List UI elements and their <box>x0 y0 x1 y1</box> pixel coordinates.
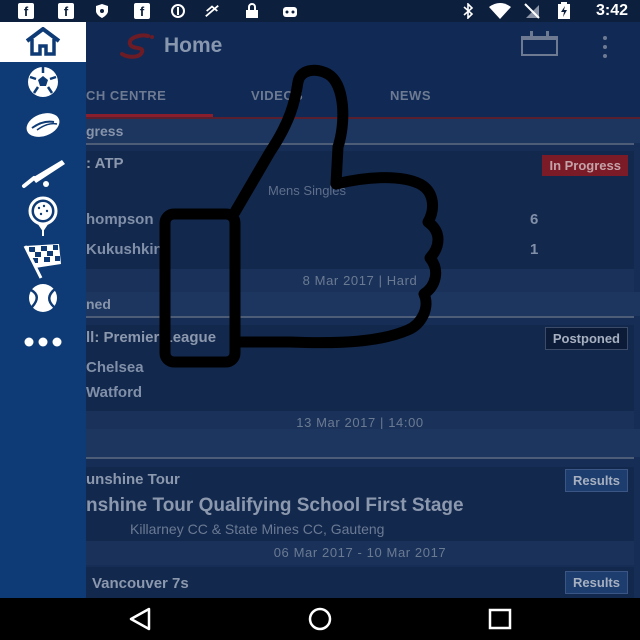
status-bar: f f f 3:42 <box>0 0 640 22</box>
section-divider <box>86 457 634 459</box>
player-name: hompson <box>86 211 154 228</box>
status-badge: Results <box>565 469 628 492</box>
back-icon[interactable] <box>126 606 154 632</box>
system-nav-bar <box>0 598 640 640</box>
event-title: Vancouver 7s <box>92 575 189 592</box>
recents-icon[interactable] <box>486 606 514 632</box>
status-badge: Postponed <box>544 327 628 350</box>
status-badge: In Progress <box>542 155 628 176</box>
drawer-item-golf[interactable] <box>0 194 86 240</box>
soccer-icon <box>28 67 58 97</box>
no-connection-icon <box>204 3 220 19</box>
section-divider <box>86 316 634 318</box>
match-list: gress : ATP In Progress Mens Singles hom… <box>0 119 640 598</box>
player-score: 6 <box>530 211 539 228</box>
event-category: Mens Singles <box>268 183 347 198</box>
rugby-icon <box>26 113 60 137</box>
tab-news[interactable]: NEWS <box>390 88 431 103</box>
app-screen: Home CH CENTRE VIDEOS NEWS gress : ATP I… <box>0 22 640 598</box>
drawer-item-cricket[interactable] <box>0 148 86 198</box>
shield-icon <box>94 3 110 19</box>
section-in-progress: gress <box>0 119 640 143</box>
page-title: Home <box>164 34 223 57</box>
team-name: Watford <box>86 384 143 401</box>
event-headline: nshine Tour Qualifying School First Stag… <box>86 495 464 516</box>
player-score: 1 <box>530 241 539 258</box>
toolbar: Home <box>0 22 640 72</box>
drawer-item-soccer[interactable] <box>0 62 86 102</box>
golf-icon <box>28 196 58 236</box>
calendar-icon[interactable] <box>521 31 558 56</box>
wifi-icon <box>488 3 512 19</box>
drawer-item-more[interactable] <box>0 322 86 362</box>
battery-charging-icon <box>556 2 572 19</box>
section-results <box>0 429 640 457</box>
facebook-icon: f <box>134 3 150 19</box>
facebook-icon: f <box>18 3 34 19</box>
no-sim-icon <box>524 3 540 19</box>
status-badge: Results <box>565 571 628 594</box>
section-divider <box>86 143 634 145</box>
event-card-sunshine-tour[interactable]: unshine Tour Results nshine Tour Qualify… <box>0 467 634 565</box>
event-card-vancouver-7s[interactable]: Vancouver 7s Results <box>0 567 634 598</box>
drawer-item-motorsport[interactable] <box>0 236 86 284</box>
more-icon <box>24 337 62 347</box>
section-postponed: ned <box>0 292 640 316</box>
motorsport-icon <box>23 244 61 279</box>
event-footer: 06 Mar 2017 - 10 Mar 2017 <box>86 541 634 565</box>
bluetooth-icon <box>460 3 476 19</box>
event-title: ll: Premier League <box>86 329 217 346</box>
tab-videos[interactable]: VIDEOS <box>251 88 303 103</box>
clock: 3:42 <box>595 2 628 19</box>
tab-bar: CH CENTRE VIDEOS NEWS <box>0 72 640 118</box>
facebook-icon: f <box>58 3 74 19</box>
home-nav-icon[interactable] <box>306 606 334 632</box>
event-title: : ATP <box>86 155 124 172</box>
event-title: unshine Tour <box>86 471 180 488</box>
event-footer: 8 Mar 2017 | Hard <box>86 269 634 293</box>
lock-icon <box>244 3 260 19</box>
tennis-icon <box>29 284 57 312</box>
drawer-item-rugby[interactable] <box>0 105 86 145</box>
overflow-menu-icon[interactable] <box>598 36 612 58</box>
team-name: Chelsea <box>86 359 144 376</box>
android-icon <box>282 3 298 19</box>
drawer-item-home[interactable] <box>0 22 86 62</box>
tab-match-centre[interactable]: CH CENTRE <box>86 88 166 103</box>
player-name: Kukushkin <box>86 241 163 258</box>
event-venue: Killarney CC & State Mines CC, Gauteng <box>130 521 385 537</box>
vpn-icon <box>170 3 186 19</box>
cricket-icon <box>22 160 65 188</box>
drawer-item-tennis[interactable] <box>0 278 86 318</box>
supersport-logo <box>120 33 154 59</box>
event-card-atp[interactable]: : ATP In Progress Mens Singles hompson 6… <box>0 151 634 299</box>
home-icon <box>25 27 61 56</box>
sports-drawer <box>0 22 86 598</box>
